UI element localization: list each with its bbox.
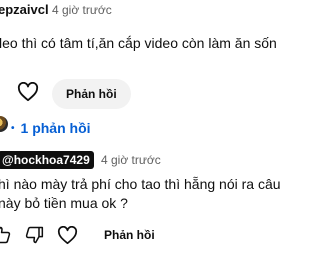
dislike-button[interactable] (22, 224, 46, 246)
reply-button[interactable]: Phản hồi (104, 228, 155, 242)
reply-button[interactable]: Phản hồi (52, 79, 131, 109)
bullet-icon: • (11, 122, 15, 134)
thumbs-down-icon (25, 226, 44, 244)
comment-username[interactable]: epzaivcl (0, 2, 49, 17)
like-button[interactable] (0, 224, 12, 246)
comment-text: leo thì có tâm tí,ăn cắp video còn làm ă… (0, 35, 277, 51)
reply-text-line2: này bỏ tiền mua ok ? (0, 195, 128, 211)
avatar (0, 116, 8, 132)
heart-button[interactable] (55, 224, 79, 246)
comment-timestamp: 4 giờ trước (52, 3, 112, 17)
like-button[interactable] (15, 79, 41, 105)
heart-icon (17, 82, 39, 102)
heart-icon (57, 225, 77, 244)
thumbs-up-icon (0, 226, 11, 244)
show-replies-button[interactable]: • 1 phản hồi (11, 120, 91, 136)
reply-timestamp: 4 giờ trước (101, 153, 161, 167)
reply-text-line1: hì nào mày trả phí cho tao thì hẵng nói … (0, 176, 281, 192)
reply-username[interactable]: @hockhoa7429 (0, 151, 94, 169)
